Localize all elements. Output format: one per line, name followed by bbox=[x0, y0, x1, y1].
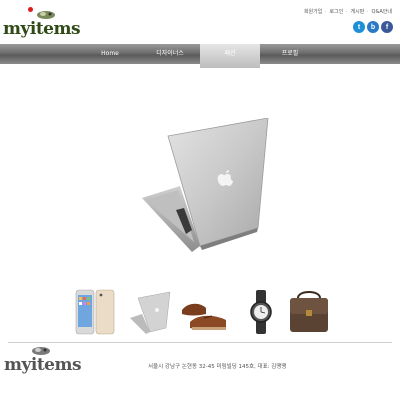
footer-logo[interactable]: myitems bbox=[4, 346, 82, 382]
product-thumbnails bbox=[0, 288, 400, 338]
link-qa[interactable]: Q&A안내 bbox=[372, 9, 392, 15]
page: myitems 회원가입 · 로그인 · 게시판 · Q&A안내 t b f Home… bbox=[0, 0, 400, 400]
header: myitems 회원가입 · 로그인 · 게시판 · Q&A안내 t b f bbox=[0, 0, 400, 44]
thumb-brown-shoes[interactable] bbox=[180, 288, 230, 336]
link-board[interactable]: 게시판 bbox=[351, 9, 365, 15]
link-login[interactable]: 로그인 bbox=[330, 9, 344, 15]
top-links: 회원가입 · 로그인 · 게시판 · Q&A안내 bbox=[303, 9, 392, 15]
logo-text: myitems bbox=[3, 19, 81, 39]
twitter-icon[interactable]: t bbox=[353, 21, 365, 33]
site-logo[interactable]: myitems bbox=[3, 4, 81, 40]
main-nav: Home 디자이너스 패션 프로필 bbox=[0, 44, 400, 68]
thumb-leather-bag[interactable] bbox=[284, 288, 334, 336]
footer-divider bbox=[8, 342, 392, 343]
thumb-wristwatch[interactable] bbox=[236, 288, 286, 336]
facebook-icon[interactable]: f bbox=[381, 21, 393, 33]
footer-address: 서울시 강남구 논현동 32-45 미림빌딩 145호, 대표: 김땡땡 bbox=[148, 364, 287, 370]
blog-icon[interactable]: b bbox=[367, 21, 379, 33]
social-links: t b f bbox=[353, 21, 393, 33]
hero-banner bbox=[0, 68, 400, 283]
nav-item-fashion[interactable]: 패션 bbox=[200, 44, 260, 68]
nav-item-profile[interactable]: 프로필 bbox=[260, 44, 320, 64]
thumb-laptop[interactable] bbox=[126, 288, 176, 336]
nav-item-home[interactable]: Home bbox=[80, 44, 140, 64]
thumb-smartphones[interactable] bbox=[70, 288, 120, 336]
logo-dot-icon bbox=[28, 7, 33, 12]
footer-logo-text: myitems bbox=[4, 355, 82, 375]
hero-laptop-image[interactable] bbox=[140, 118, 280, 268]
link-signup[interactable]: 회원가입 bbox=[304, 9, 322, 15]
nav-item-designers[interactable]: 디자이너스 bbox=[140, 44, 200, 64]
